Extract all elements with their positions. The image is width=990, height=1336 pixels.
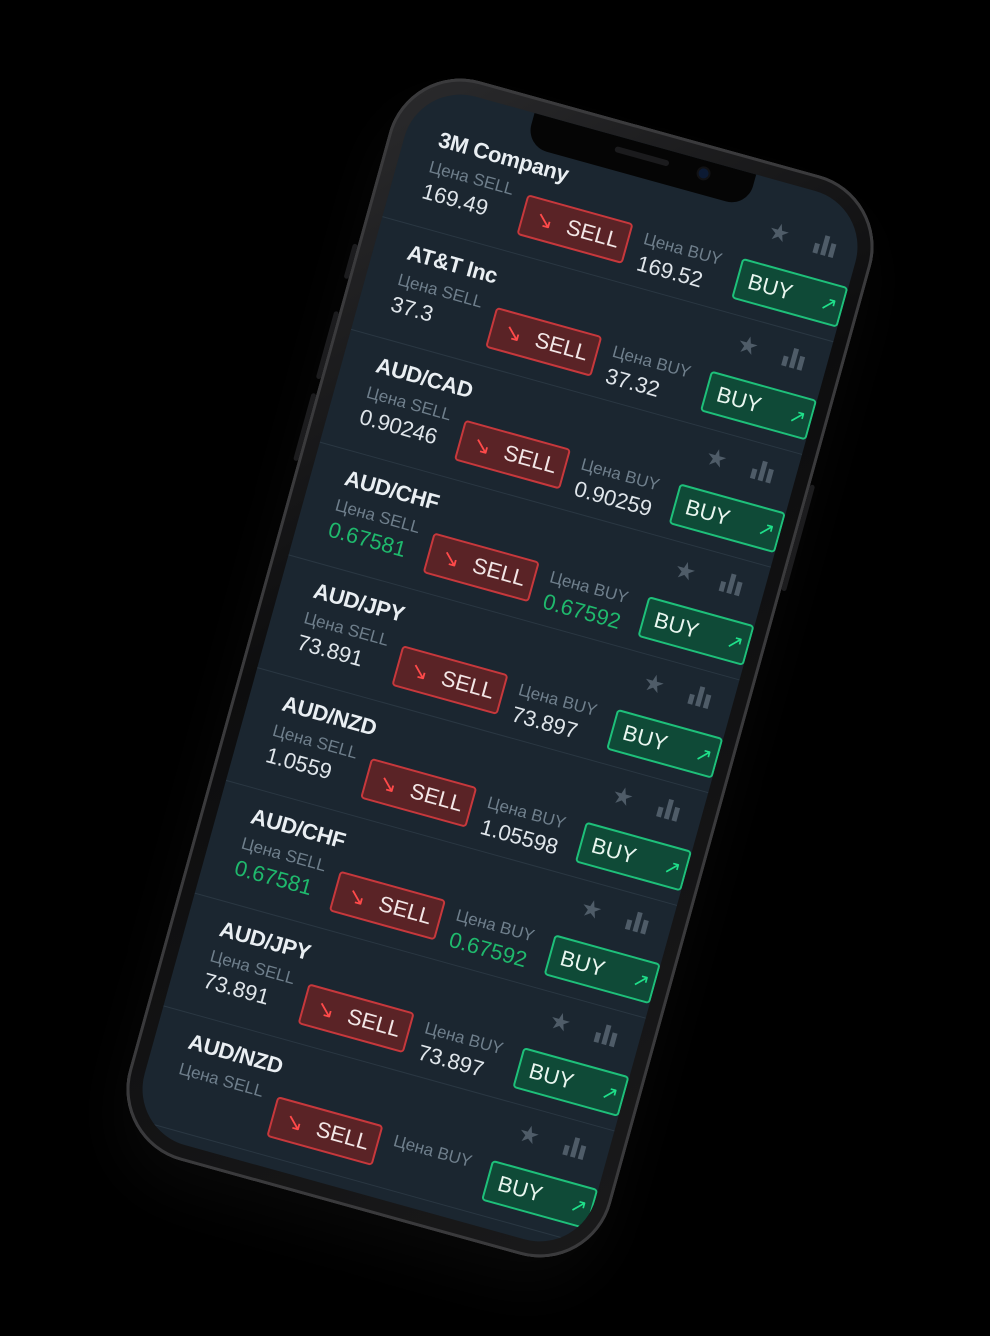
star-icon[interactable]: ★ [671,555,699,589]
arrow-down-right-icon: ↘ [532,205,557,235]
sell-button[interactable]: ↘ SELL [266,1096,384,1166]
sell-button[interactable]: ↘ SELL [360,757,478,828]
mute-switch [343,243,358,280]
arrow-up-right-icon: ↗ [630,967,653,994]
arrow-down-right-icon: ↘ [438,543,463,573]
buy-button-label: BUY [651,607,702,644]
buy-button[interactable]: BUY ↗ [637,596,755,666]
arrow-up-right-icon: ↗ [755,516,778,543]
buy-button-label: BUY [557,945,608,982]
sell-button[interactable]: ↘ SELL [422,532,540,603]
sell-button[interactable]: ↘ SELL [391,645,509,715]
bar-chart-icon[interactable] [656,797,683,822]
star-icon[interactable]: ★ [577,893,606,927]
bar-chart-icon[interactable] [781,346,808,371]
buy-button-label: BUY [745,268,796,305]
sell-button-label: SELL [344,1003,404,1042]
sell-button-label: SELL [563,214,623,253]
star-icon[interactable]: ★ [734,329,762,363]
bar-chart-icon[interactable] [718,571,746,597]
buy-button-label: BUY [713,381,765,418]
arrow-up-right-icon: ↗ [661,855,684,881]
front-camera [697,167,710,180]
buy-button[interactable]: BUY ↗ [731,257,849,328]
star-icon[interactable]: ★ [515,1118,543,1152]
bar-chart-icon[interactable] [593,1022,621,1048]
star-icon[interactable]: ★ [609,780,637,814]
sell-button-label: SELL [501,439,560,479]
arrow-down-right-icon: ↘ [407,656,432,686]
bar-chart-icon[interactable] [687,684,714,709]
bar-chart-icon[interactable] [624,910,652,935]
arrow-down-right-icon: ↘ [313,994,338,1024]
arrow-down-right-icon: ↘ [375,769,401,799]
buy-button-label: BUY [588,832,640,869]
arrow-up-right-icon: ↗ [598,1080,621,1107]
arrow-up-right-icon: ↗ [692,742,715,768]
buy-price-caption: Цена BUY [391,1131,475,1172]
sell-button[interactable]: ↘ SELL [453,419,572,490]
volume-up-button [315,310,340,380]
sell-button[interactable]: ↘ SELL [328,870,447,941]
volume-down-button [293,392,317,462]
buy-button[interactable]: BUY ↗ [512,1047,630,1117]
arrow-up-right-icon: ↗ [817,291,840,317]
sell-button-label: SELL [313,1116,372,1155]
star-icon[interactable]: ★ [765,216,793,250]
sell-button-label: SELL [532,327,591,366]
buy-button[interactable]: BUY ↗ [481,1159,599,1230]
bar-chart-icon[interactable] [562,1135,589,1160]
bar-chart-icon[interactable] [812,233,839,258]
arrow-down-right-icon: ↘ [282,1107,307,1137]
arrow-up-right-icon: ↗ [786,404,809,430]
buy-button-label: BUY [495,1170,546,1207]
sell-button-label: SELL [469,552,529,591]
sell-button[interactable]: ↘ SELL [297,983,415,1054]
star-icon[interactable]: ★ [702,442,731,476]
buy-button-label: BUY [620,719,671,756]
arrow-up-right-icon: ↗ [567,1193,590,1219]
buy-button[interactable]: BUY ↗ [606,708,724,779]
arrow-down-right-icon: ↘ [344,882,370,912]
smartphone-frame: 3M Company Цена SELL 169.49 ↘ SELL Цена … [109,61,891,1275]
instrument-list: 3M Company Цена SELL 169.49 ↘ SELL Цена … [132,104,865,1245]
sell-button[interactable]: ↘ SELL [485,306,603,377]
phone-screen: 3M Company Цена SELL 169.49 ↘ SELL Цена … [129,81,871,1255]
arrow-down-right-icon: ↘ [469,431,495,461]
bar-chart-icon[interactable] [749,459,777,484]
buy-button[interactable]: BUY ↗ [543,934,661,1005]
buy-button[interactable]: BUY ↗ [668,483,786,554]
arrow-up-right-icon: ↗ [724,629,747,656]
buy-button-label: BUY [682,494,733,531]
sell-button-label: SELL [407,777,466,817]
buy-button[interactable]: BUY ↗ [699,370,818,441]
sell-button-label: SELL [438,665,498,704]
buy-button-label: BUY [526,1057,577,1095]
speaker-grille [614,145,670,167]
star-icon[interactable]: ★ [546,1006,574,1040]
sell-button-label: SELL [375,890,435,930]
sell-button[interactable]: ↘ SELL [516,194,634,265]
marketing-stage: 3M Company Цена SELL 169.49 ↘ SELL Цена … [0,0,990,1336]
arrow-down-right-icon: ↘ [501,318,526,348]
buy-button[interactable]: BUY ↗ [574,821,693,892]
star-icon[interactable]: ★ [640,667,668,701]
